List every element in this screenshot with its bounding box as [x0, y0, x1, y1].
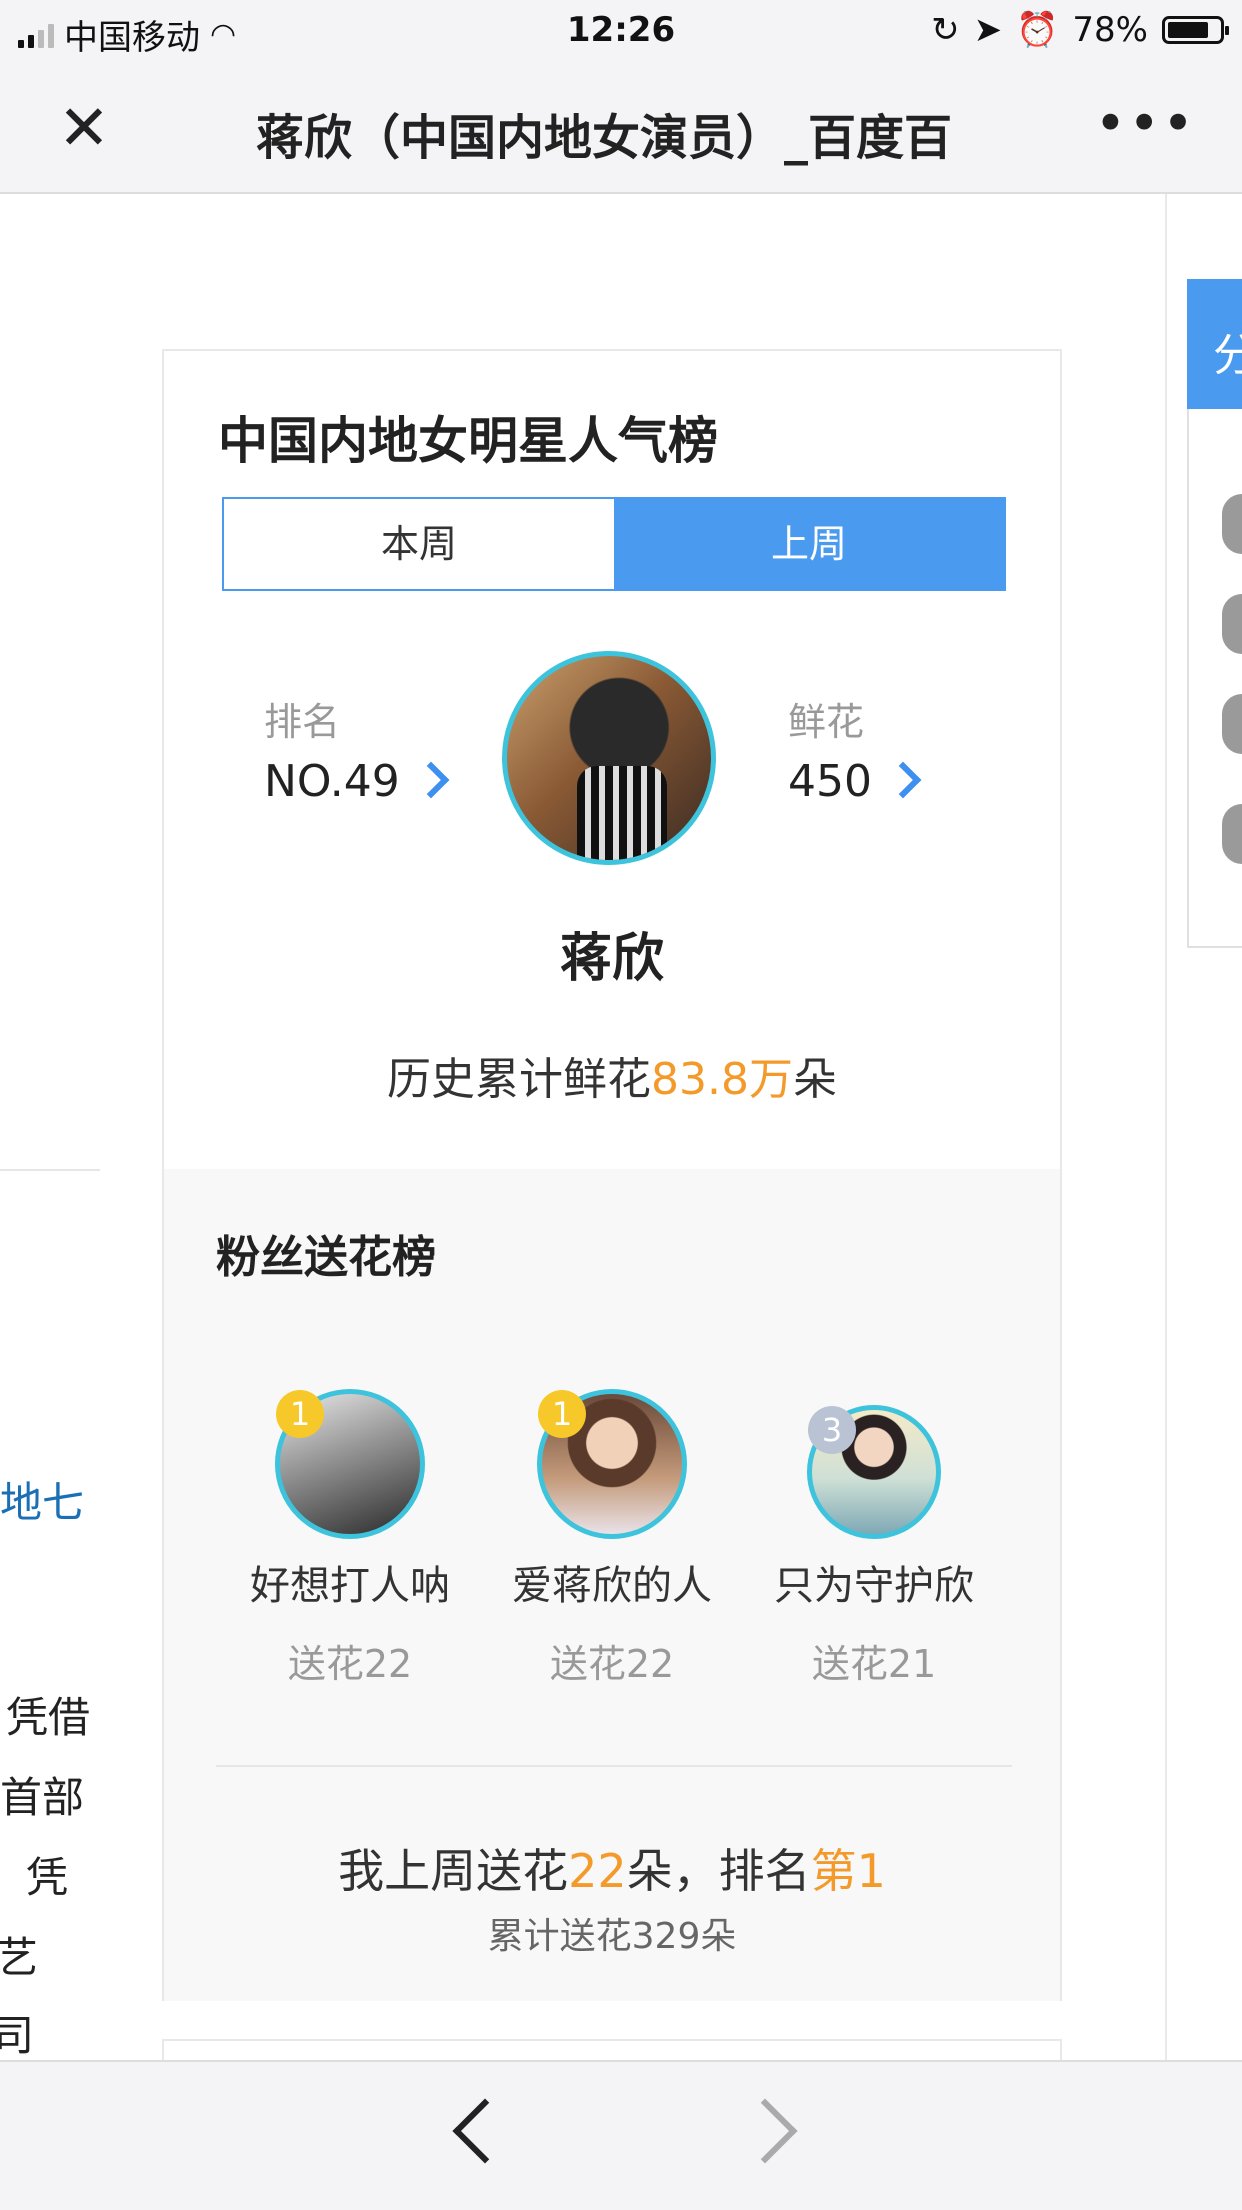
rank-link[interactable]: NO.49	[264, 756, 450, 807]
battery-percent: 78%	[1072, 10, 1148, 50]
fan-item[interactable]: 1 爱蒋欣的人 送花22	[482, 1389, 742, 1688]
weibo-icon[interactable]	[1222, 594, 1242, 654]
rank-badge: 1	[538, 1390, 586, 1438]
rank-badge: 1	[276, 1390, 324, 1438]
star-icon[interactable]	[1222, 494, 1242, 554]
avatar: 1	[537, 1389, 687, 1539]
fan-name: 好想打人呐	[250, 1563, 450, 1609]
ranking-card: 中国内地女明星人气榜 本周 上周 排名 NO.49 鲜花 450 蒋欣 历史累计…	[162, 349, 1062, 2001]
history-suffix: 朵	[792, 1054, 837, 1105]
right-divider	[1165, 194, 1167, 2060]
left-divider	[0, 1169, 100, 1171]
status-right: ↻ ➤ ⏰ 78%	[931, 10, 1229, 50]
week-tabs: 本周 上周	[222, 497, 1006, 591]
history-prefix: 历史累计鲜花	[387, 1054, 652, 1105]
forward-icon[interactable]	[732, 2098, 798, 2164]
fan-gift-count: 送花22	[287, 1642, 413, 1686]
bottom-toolbar	[0, 2060, 1242, 2210]
wechat-icon[interactable]	[1222, 694, 1242, 754]
avatar: 1	[275, 1389, 425, 1539]
my-total: 累计送花329朵	[487, 1916, 737, 1957]
left-text-fragment: 首部	[0, 1773, 85, 1822]
fan-name: 爱蒋欣的人	[512, 1563, 712, 1609]
rotation-lock-icon: ↻	[931, 10, 960, 50]
close-icon[interactable]: ✕	[52, 96, 116, 160]
page-title: 蒋欣（中国内地女演员）_百度百	[256, 110, 953, 166]
rank-label: 排名	[264, 700, 341, 744]
rank-badge: 3	[808, 1406, 856, 1454]
qq-icon[interactable]	[1222, 804, 1242, 864]
fan-flower-section: 粉丝送花榜 1 好想打人呐 送花22 1 爱蒋欣的人 送花22 3 只为守护欣 …	[164, 1169, 1060, 2001]
location-icon: ➤	[973, 10, 1003, 50]
star-avatar[interactable]	[502, 651, 716, 865]
fan-name: 只为守护欣	[774, 1563, 974, 1609]
history-value: 83.8万	[651, 1054, 793, 1105]
page-content: 地七 凭借 首部 凭 艺 司 分 中国内地女明星人气榜 本周 上周 排名 NO.…	[0, 194, 1242, 2060]
avatar: 3	[807, 1405, 941, 1539]
nav-bar: ✕ 蒋欣（中国内地女演员）_百度百 •••	[0, 62, 1242, 194]
chevron-right-icon	[884, 761, 922, 799]
fan-gift-count: 送花21	[811, 1642, 937, 1686]
left-text-fragment: 凭	[26, 1853, 69, 1902]
battery-icon	[1162, 16, 1229, 44]
fan-divider	[216, 1765, 1012, 1767]
next-card	[162, 2039, 1062, 2060]
my-prefix: 我上周送花	[338, 1844, 569, 1898]
flower-value: 450	[788, 756, 872, 807]
chevron-right-icon	[412, 761, 450, 799]
back-icon[interactable]	[452, 2098, 518, 2164]
fan-section-title: 粉丝送花榜	[216, 1232, 436, 1283]
flower-link[interactable]: 450	[788, 756, 922, 807]
ranking-title: 中国内地女明星人气榜	[218, 412, 718, 470]
flower-label: 鲜花	[788, 700, 865, 744]
tab-last-week[interactable]: 上周	[614, 499, 1004, 589]
history-flowers: 历史累计鲜花83.8万朵	[164, 1043, 1060, 1107]
tab-this-week[interactable]: 本周	[224, 499, 614, 589]
left-link-fragment[interactable]: 地七	[0, 1469, 84, 1530]
fan-gift-count: 送花22	[549, 1642, 675, 1686]
alarm-icon: ⏰	[1016, 10, 1059, 50]
fan-item[interactable]: 1 好想打人呐 送花22	[220, 1389, 480, 1688]
my-rank: 第1	[810, 1844, 886, 1898]
left-text-fragment: 艺	[0, 1933, 39, 1982]
more-icon[interactable]: •••	[1094, 92, 1196, 155]
star-name: 蒋欣	[559, 929, 664, 989]
my-count: 22	[568, 1844, 627, 1898]
status-bar: 中国移动 ◠ 12:26 ↻ ➤ ⏰ 78%	[0, 0, 1242, 62]
fan-item[interactable]: 3 只为守护欣 送花21	[744, 1389, 1004, 1688]
right-share-tab[interactable]: 分	[1187, 279, 1242, 409]
my-rank-summary: 我上周送花22朵，排名第1	[164, 1835, 1060, 1901]
my-mid: 朵，排名	[626, 1844, 811, 1898]
rank-value: NO.49	[264, 756, 400, 807]
left-text-fragment: 凭借	[6, 1693, 91, 1742]
left-text-fragment: 司	[0, 2011, 35, 2060]
